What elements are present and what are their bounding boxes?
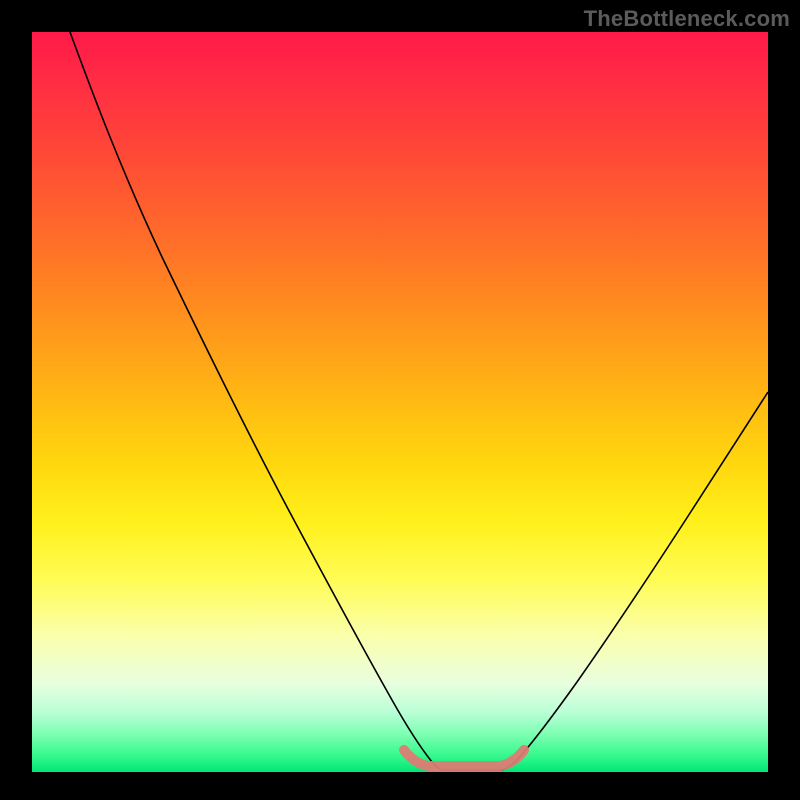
chart-frame: TheBottleneck.com bbox=[0, 0, 800, 800]
valley-marker bbox=[404, 750, 524, 766]
bottleneck-curve bbox=[70, 32, 768, 770]
chart-svg bbox=[32, 32, 768, 772]
watermark-label: TheBottleneck.com bbox=[584, 6, 790, 32]
plot-area bbox=[32, 32, 768, 772]
